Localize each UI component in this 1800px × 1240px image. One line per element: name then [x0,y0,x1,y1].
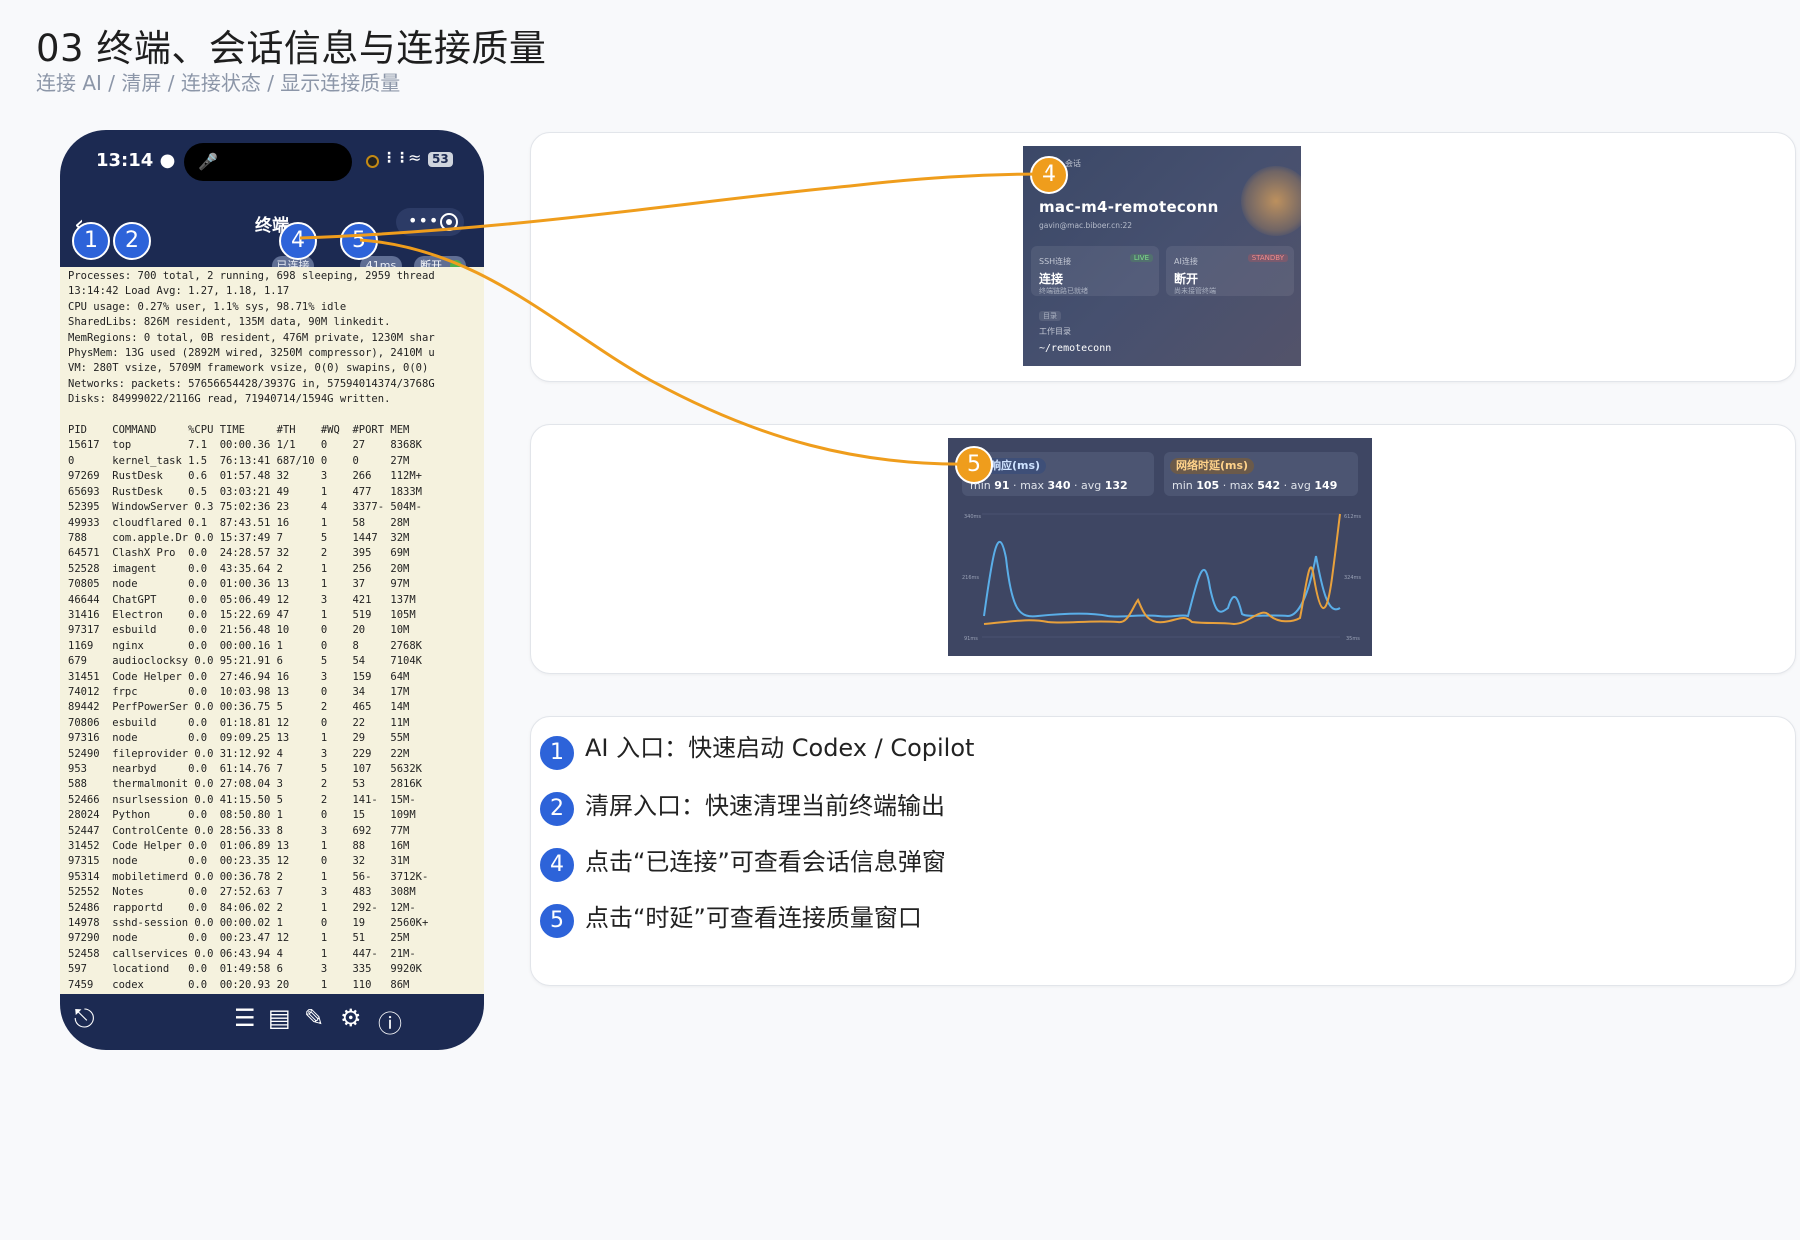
page-subtitle: 连接 AI / 清屏 / 连接状态 / 显示连接质量 [36,71,401,95]
dir-tag: 目录 [1039,311,1061,321]
capsule-menu: ••• [396,208,464,236]
axis-right-mid: 324ms [1344,575,1361,581]
badge-2: 2 [113,222,151,260]
signal-icon: ⋮⋮ [382,150,409,166]
legend-badge-4: 4 [538,846,576,884]
legend-text-4: 点击“已连接”可查看会话信息弹窗 [585,848,946,876]
axis-right-bottom: 35ms [1346,636,1360,642]
dynamic-island: 🎤 [184,143,352,181]
ai-label: AI连接 [1174,257,1198,266]
person-icon: ● [159,150,176,171]
decor-glow [1241,166,1301,236]
ssh-sub: 终端链路已就绪 [1039,287,1088,295]
terminal-output[interactable]: Processes: 700 total, 2 running, 698 sle… [60,267,484,994]
legend-badge-2: 2 [538,790,576,828]
page-title: 03 终端、会话信息与连接质量 [36,27,547,70]
terminal-text: Processes: 700 total, 2 running, 698 sle… [68,270,435,991]
legend-badge-5: 5 [538,902,576,940]
quality-chart: 340ms 216ms 91ms 612ms 324ms 35ms [962,513,1361,642]
more-icon[interactable]: ••• [408,211,439,230]
log-icon[interactable]: ▤ [268,1004,291,1032]
badge-4-popup: 4 [1030,156,1068,194]
info-icon[interactable]: ⓘ [378,1004,402,1039]
legend-text-2: 清屏入口：快速清理当前终端输出 [585,792,945,820]
axis-left-top: 340ms [964,514,981,520]
dir-label: 工作目录 [1039,327,1071,336]
gear-icon[interactable]: ⚙ [340,1004,362,1032]
ssh-status-tile: SSH连接 LIVE 连接 终端链路已就绪 [1031,246,1159,296]
ssh-value: 连接 [1039,272,1064,286]
ai-value: 断开 [1174,272,1199,286]
ai-sub: 尚未接管终端 [1174,287,1216,295]
badge-5-popup: 5 [955,446,993,484]
response-series-line [983,541,1341,618]
latency-series-line [983,513,1341,626]
session-host: mac-m4-remoteconn [1039,198,1219,216]
legend-badge-1: 1 [538,734,576,772]
badge-1: 1 [72,222,110,260]
close-mini-program-icon[interactable] [440,213,458,231]
list-icon[interactable]: ☰ [234,1004,256,1032]
popup-section-label: 会话 [1065,159,1081,168]
badge-5: 5 [340,222,378,260]
camera-indicator-icon [366,155,379,168]
badge-4: 4 [279,222,317,260]
wifi-icon: ≈ [408,148,422,167]
axis-left-mid: 216ms [962,575,979,581]
edit-icon[interactable]: ✎ [304,1004,324,1032]
session-address: gavin@mac.biboer.cn:22 [1039,221,1133,230]
connection-quality-popup: 响应(ms) min 91 · max 340 · avg 132 网络时延(m… [948,438,1372,656]
battery-icon: 53 [428,152,453,167]
ssh-tag: LIVE [1129,254,1153,262]
ai-status-tile: AI连接 STANDBY 断开 尚未接管终端 [1166,246,1294,296]
legend-text-1: AI 入口：快速启动 Codex / Copilot [585,734,975,762]
axis-left-bottom: 91ms [964,636,978,642]
status-time-text: 13:14 [96,150,154,171]
phone-frame: 13:14 ● 🎤 ⋮⋮ ≈ 53 ‹ 终端 ••• 已连接 41ms 断开 P… [60,130,484,1050]
status-bar: 13:14 ● 🎤 ⋮⋮ ≈ 53 [60,130,484,190]
legend-text-5: 点击“时延”可查看连接质量窗口 [585,904,922,932]
exit-icon[interactable]: ⎋ [74,1004,95,1035]
axis-right-top: 612ms [1344,514,1361,520]
microphone-icon: 🎤 [198,152,218,171]
bottom-toolbar: ⎋ ☰ ▤ ✎ ⚙ ⓘ [60,994,484,1050]
dir-value: ~/remoteconn [1039,343,1112,354]
ai-tag: STANDBY [1247,254,1288,262]
ssh-label: SSH连接 [1039,257,1072,266]
status-time: 13:14 ● [96,150,175,171]
